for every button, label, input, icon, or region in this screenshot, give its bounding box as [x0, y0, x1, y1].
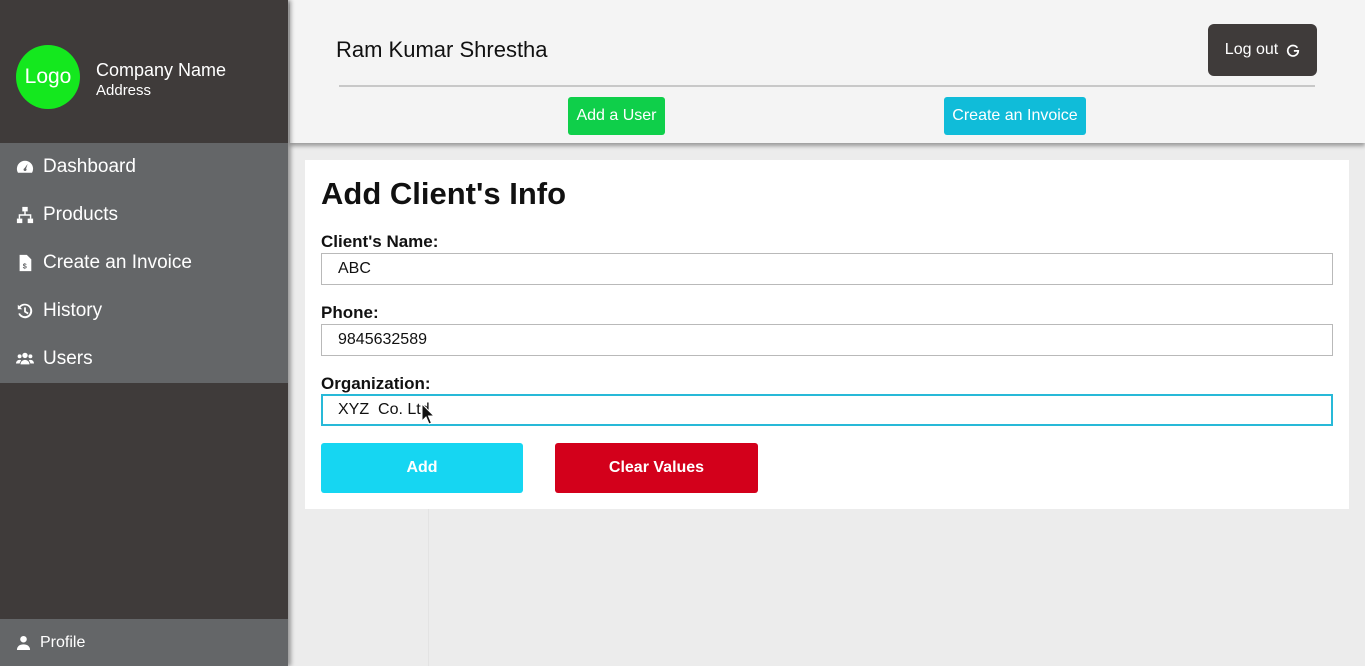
sidebar-item-create-invoice[interactable]: $ Create an Invoice	[0, 239, 288, 287]
page-title: Add Client's Info	[321, 176, 567, 211]
company-logo: Logo	[16, 45, 80, 109]
sidebar-nav: Dashboard Products $ Create an Invoice H…	[0, 143, 288, 383]
logout-label: Log out	[1224, 41, 1279, 58]
sidebar-item-label: History	[43, 300, 103, 321]
brand-block: Logo Company Name Address	[0, 0, 288, 143]
sidebar-item-label: Dashboard	[43, 156, 136, 177]
sign-out-icon	[1287, 44, 1300, 57]
mouse-pointer-icon	[421, 403, 435, 425]
history-icon	[17, 303, 33, 319]
profile-label: Profile	[40, 633, 86, 651]
client-name-label: Client's Name:	[321, 232, 439, 251]
client-name-input[interactable]: ABC	[321, 253, 1333, 285]
sidebar-item-products[interactable]: Products	[0, 191, 288, 239]
users-icon	[16, 352, 34, 365]
organization-label: Organization:	[321, 374, 431, 393]
company-address: Address	[96, 82, 152, 99]
add-button[interactable]: Add	[321, 443, 523, 493]
tachometer-icon	[16, 160, 34, 173]
user-icon	[16, 635, 31, 650]
svg-text:$: $	[23, 261, 27, 270]
top-header: Ram Kumar Shrestha Log out Add a User Cr…	[290, 0, 1365, 143]
sidebar-item-history[interactable]: History	[0, 287, 288, 335]
sidebar: Logo Company Name Address Dashboard Prod…	[0, 0, 288, 666]
background-guide-line	[428, 509, 429, 666]
phone-input[interactable]: 9845632589	[321, 324, 1333, 356]
sidebar-item-dashboard[interactable]: Dashboard	[0, 143, 288, 191]
sidebar-item-users[interactable]: Users	[0, 335, 288, 383]
create-invoice-button[interactable]: Create an Invoice	[944, 97, 1086, 135]
profile-link[interactable]: Profile	[0, 619, 288, 666]
company-name: Company Name	[96, 60, 227, 80]
header-divider	[339, 85, 1315, 87]
file-invoice-dollar-icon: $	[19, 254, 32, 272]
client-info-panel: Add Client's Info Client's Name: ABC Pho…	[305, 160, 1349, 509]
phone-label: Phone:	[321, 303, 379, 322]
sidebar-item-label: Users	[43, 348, 93, 369]
current-user-name: Ram Kumar Shrestha	[336, 37, 548, 62]
add-user-button[interactable]: Add a User	[568, 97, 665, 135]
clear-values-button[interactable]: Clear Values	[555, 443, 758, 493]
logout-button[interactable]: Log out	[1208, 24, 1317, 76]
sitemap-icon	[16, 206, 34, 224]
organization-input[interactable]: XYZ Co. Ltd	[321, 394, 1333, 426]
sidebar-item-label: Products	[43, 204, 118, 225]
sidebar-item-label: Create an Invoice	[43, 252, 192, 273]
